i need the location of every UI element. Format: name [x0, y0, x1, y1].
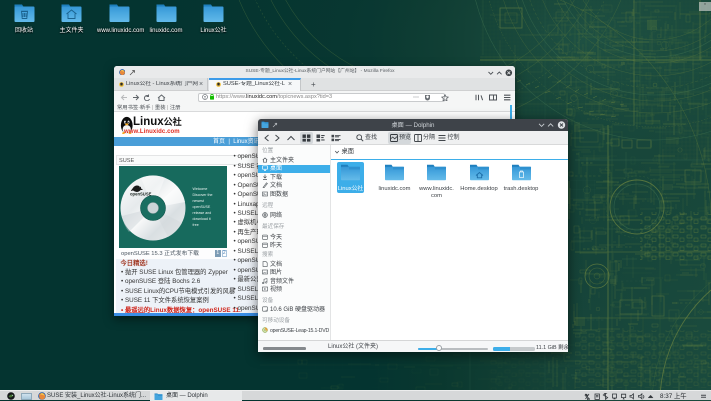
svg-text:openSUSE: openSUSE	[130, 191, 152, 196]
